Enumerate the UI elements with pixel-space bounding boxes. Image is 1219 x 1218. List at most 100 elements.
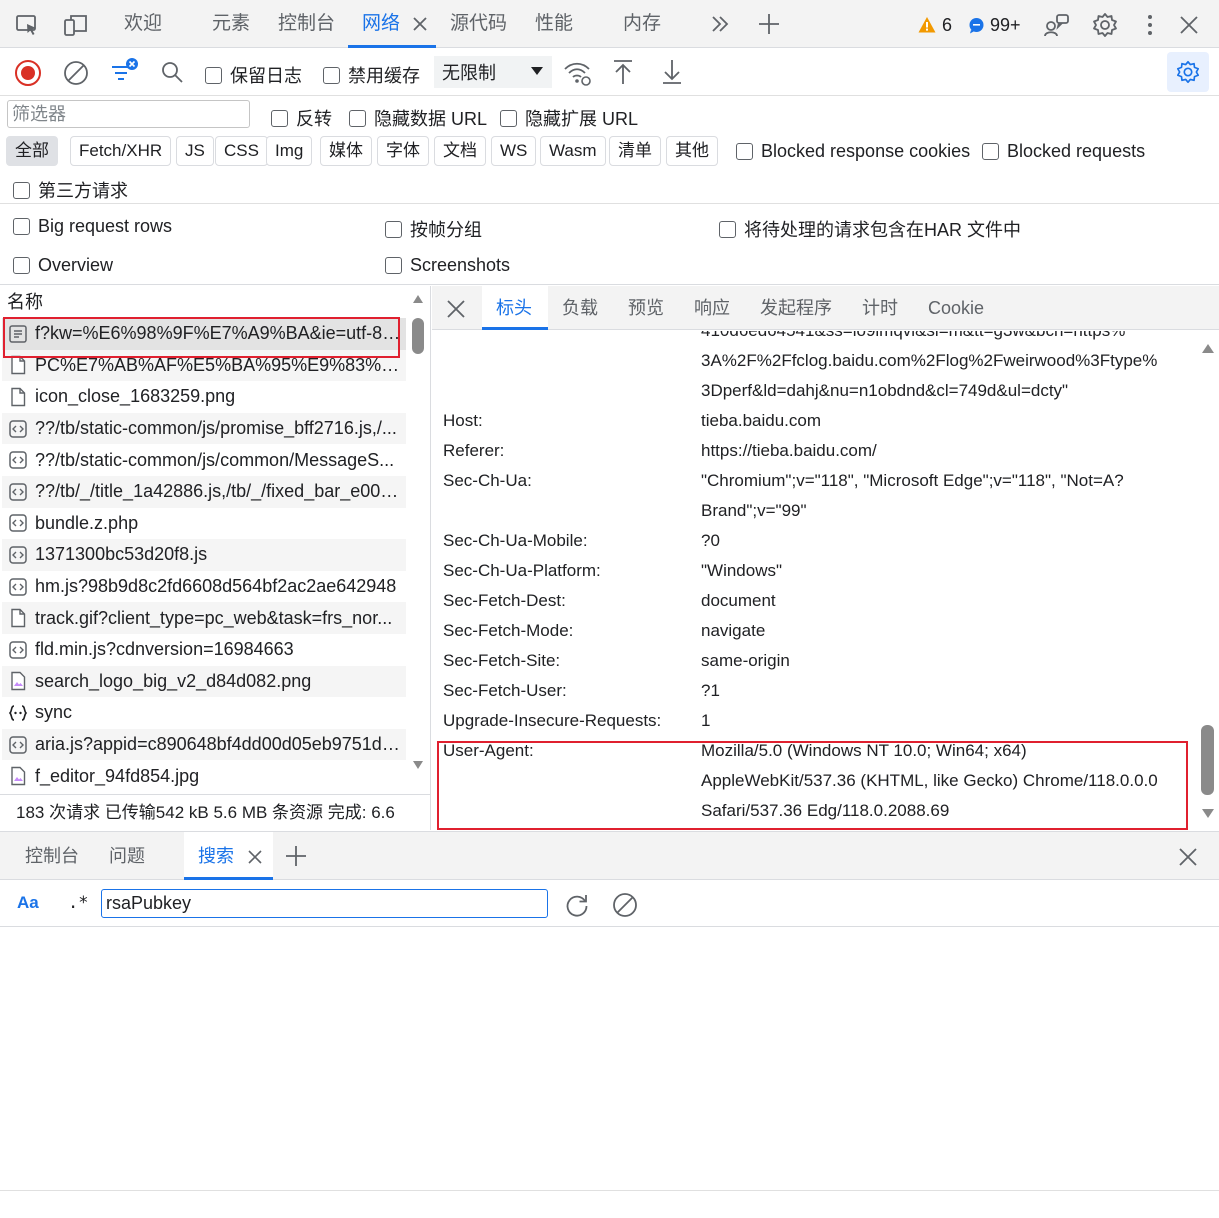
type-filter-css[interactable]: CSS (215, 136, 268, 166)
clear-search-icon[interactable] (611, 891, 639, 919)
checkbox-box[interactable] (982, 143, 999, 160)
warnings-counter[interactable]: 6 (918, 12, 952, 38)
hide-data-urls-checkbox[interactable]: 隐藏数据 URL (349, 105, 487, 131)
type-filter-wasm[interactable]: Wasm (540, 136, 606, 166)
request-row[interactable]: 1371300bc53d20f8.js (2, 539, 406, 571)
close-drawer-icon[interactable] (1177, 846, 1199, 868)
messages-counter[interactable]: 99+ (968, 12, 1021, 38)
network-settings-gear-icon[interactable] (1167, 52, 1209, 92)
drawer-tab-console[interactable]: 控制台 (25, 832, 79, 880)
overview-checkbox[interactable]: Overview (13, 255, 113, 276)
export-har-download-icon[interactable] (659, 57, 685, 87)
detail-scrollbar[interactable] (1199, 341, 1217, 821)
blocked-response-cookies-checkbox[interactable]: Blocked response cookies (736, 141, 970, 162)
type-filter-js[interactable]: JS (176, 136, 214, 166)
close-tab-icon[interactable] (410, 14, 430, 34)
checkbox-box[interactable] (13, 181, 30, 199)
scrollbar-thumb[interactable] (1201, 725, 1214, 795)
tab-preview[interactable]: 预览 (628, 286, 664, 330)
add-tab-plus-icon[interactable] (757, 12, 781, 36)
request-row[interactable]: fld.min.js?cdnversion=16984663 (2, 634, 406, 666)
tab-console[interactable]: 控制台 (278, 0, 335, 48)
drawer-tab-issues[interactable]: 问题 (109, 832, 145, 880)
checkbox-box[interactable] (719, 220, 736, 238)
third-party-checkbox[interactable]: 第三方请求 (13, 177, 128, 203)
import-har-upload-icon[interactable] (610, 57, 636, 87)
tab-elements[interactable]: 元素 (212, 0, 250, 48)
checkbox-box[interactable] (271, 109, 288, 127)
tab-performance[interactable]: 性能 (535, 0, 573, 48)
tab-timing[interactable]: 计时 (862, 286, 898, 330)
request-row[interactable]: aria.js?appid=c890648bf4dd00d05eb9751dd.… (2, 728, 406, 761)
type-filter-fetch-xhr[interactable]: Fetch/XHR (70, 136, 172, 166)
request-row[interactable]: track.gif?client_type=pc_web&task=frs_no… (2, 602, 406, 634)
request-row[interactable]: f_editor_94fd854.jpg (2, 760, 406, 792)
type-filter-font[interactable]: 字体 (377, 136, 429, 166)
hide-extension-urls-checkbox[interactable]: 隐藏扩展 URL (500, 105, 638, 131)
blocked-requests-checkbox[interactable]: Blocked requests (982, 141, 1145, 162)
checkbox-box[interactable] (323, 66, 340, 84)
search-input[interactable]: rsaPubkey (101, 889, 548, 918)
tab-payload[interactable]: 负载 (562, 286, 598, 330)
search-icon[interactable] (159, 59, 185, 85)
checkbox-box[interactable] (349, 109, 366, 127)
tab-memory[interactable]: 内存 (623, 0, 661, 48)
request-row[interactable]: icon_close_1683259.png (2, 381, 406, 413)
device-toolbar-icon[interactable] (62, 12, 90, 38)
request-row[interactable]: sync (2, 697, 406, 729)
refresh-search-icon[interactable] (563, 891, 591, 919)
tab-initiator[interactable]: 发起程序 (760, 286, 832, 330)
checkbox-box[interactable] (13, 257, 30, 274)
scroll-down-arrow-icon[interactable] (1201, 808, 1215, 819)
disable-cache-checkbox[interactable]: 禁用缓存 (323, 62, 420, 88)
tab-headers[interactable]: 标头 (496, 286, 532, 330)
stop-recording-icon[interactable] (14, 59, 42, 87)
inspect-element-icon[interactable] (14, 12, 40, 38)
scroll-up-arrow-icon[interactable] (1201, 343, 1215, 354)
close-detail-icon[interactable] (445, 298, 467, 320)
throttling-select[interactable]: 无限制 (434, 56, 552, 88)
tab-cookies[interactable]: Cookie (928, 286, 984, 330)
screenshots-checkbox[interactable]: Screenshots (385, 255, 510, 276)
type-filter-all[interactable]: 全部 (6, 136, 58, 166)
more-tabs-chevron-icon[interactable] (708, 13, 732, 35)
more-options-kebab-icon[interactable] (1140, 12, 1160, 38)
request-row[interactable]: ??/tb/_/title_1a42886.js,/tb/_/fixed_bar… (2, 476, 406, 508)
network-conditions-wifi-icon[interactable] (562, 58, 592, 88)
match-case-toggle[interactable]: Aa (17, 893, 39, 913)
type-filter-img[interactable]: Img (266, 136, 313, 166)
add-drawer-tab-plus-icon[interactable] (285, 845, 307, 867)
request-list-scrollbar[interactable] (409, 292, 427, 792)
type-filter-manifest[interactable]: 清单 (609, 136, 661, 166)
filter-input[interactable]: 筛选器 (7, 100, 250, 128)
preserve-log-checkbox[interactable]: 保留日志 (205, 62, 302, 88)
type-filter-other[interactable]: 其他 (666, 136, 718, 166)
checkbox-box[interactable] (736, 143, 753, 160)
filter-active-icon[interactable] (109, 57, 141, 87)
type-filter-ws[interactable]: WS (491, 136, 537, 166)
tab-response[interactable]: 响应 (694, 286, 730, 330)
clear-log-icon[interactable] (62, 59, 90, 87)
invert-checkbox[interactable]: 反转 (271, 105, 332, 131)
type-filter-media[interactable]: 媒体 (320, 136, 372, 166)
request-row[interactable]: ??/tb/static-common/js/promise_bff2716.j… (2, 412, 406, 445)
big-request-rows-checkbox[interactable]: Big request rows (13, 216, 172, 237)
checkbox-box[interactable] (385, 220, 402, 238)
include-pending-har-checkbox[interactable]: 将待处理的请求包含在HAR 文件中 (719, 216, 1021, 242)
regex-toggle[interactable]: .* (68, 893, 88, 913)
tab-welcome[interactable]: 欢迎 (124, 0, 162, 48)
settings-gear-icon[interactable] (1091, 11, 1119, 39)
name-column-header[interactable]: 名称 (0, 286, 430, 318)
close-devtools-icon[interactable] (1177, 13, 1201, 37)
scroll-up-arrow-icon[interactable] (412, 294, 424, 304)
scrollbar-thumb[interactable] (412, 318, 424, 354)
request-row[interactable]: hm.js?98b9d8c2fd6608d564bf2ac2ae642948 (2, 571, 406, 603)
checkbox-box[interactable] (385, 257, 402, 274)
group-by-frame-checkbox[interactable]: 按帧分组 (385, 216, 482, 242)
close-search-tab-icon[interactable] (245, 847, 265, 867)
request-row[interactable]: bundle.z.php (2, 508, 406, 540)
tab-network[interactable]: 网络 (362, 0, 400, 48)
checkbox-box[interactable] (205, 66, 222, 84)
checkbox-box[interactable] (500, 109, 517, 127)
drawer-tab-search[interactable]: 搜索 (198, 832, 234, 880)
